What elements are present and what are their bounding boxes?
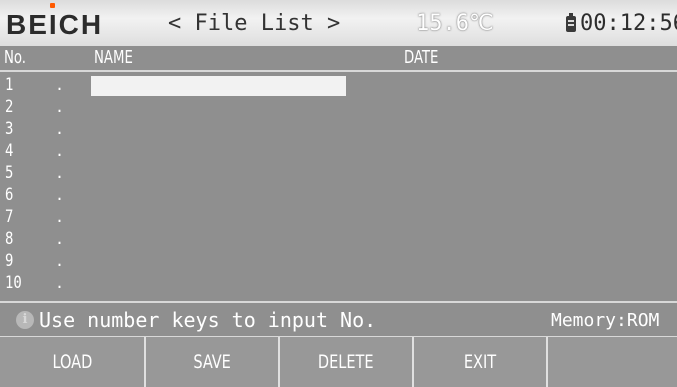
temperature-readout: 15.6℃: [416, 11, 494, 36]
file-list: 1 . 2 . 3 . 4 . 5 . 6 . 7 . 8 . 9 . 10 .: [0, 76, 677, 298]
file-row-7[interactable]: 7 .: [0, 208, 677, 227]
load-button-label: LOAD: [52, 351, 92, 373]
column-header-no: No.: [4, 47, 27, 68]
file-row-4[interactable]: 4 .: [0, 142, 677, 161]
selection-highlight: [91, 76, 346, 96]
title-bar: BEICH < File List > 15.6℃ 00:12:56: [0, 0, 677, 46]
file-row-2[interactable]: 2 .: [0, 98, 677, 117]
page-title: < File List >: [168, 11, 341, 36]
exit-button[interactable]: EXIT: [414, 337, 548, 387]
row-separator: .: [55, 164, 65, 182]
status-bar: i Use number keys to input No. Memory:RO…: [0, 301, 677, 338]
brand-accent-dot: [50, 3, 55, 8]
delete-button-label: DELETE: [318, 351, 374, 373]
row-separator: .: [55, 186, 65, 204]
row-number: 5: [5, 163, 14, 183]
row-number: 9: [5, 251, 14, 271]
file-row-5[interactable]: 5 .: [0, 164, 677, 183]
file-row-3[interactable]: 3 .: [0, 120, 677, 139]
row-number: 8: [5, 229, 14, 249]
column-header-date: DATE: [404, 47, 439, 68]
info-icon: i: [16, 311, 34, 329]
file-row-9[interactable]: 9 .: [0, 252, 677, 271]
softkey-bar: LOAD SAVE DELETE EXIT: [0, 337, 677, 387]
file-list-header: No. NAME DATE: [0, 46, 677, 72]
file-row-1[interactable]: 1 .: [0, 75, 677, 96]
status-hint: Use number keys to input No.: [39, 308, 377, 332]
file-row-10[interactable]: 10 .: [0, 274, 677, 293]
row-separator: .: [55, 98, 65, 116]
row-separator: .: [55, 120, 65, 138]
file-row-6[interactable]: 6 .: [0, 186, 677, 205]
file-row-8[interactable]: 8 .: [0, 230, 677, 249]
exit-button-label: EXIT: [463, 351, 497, 373]
row-separator: .: [55, 208, 65, 226]
row-number: 6: [5, 185, 14, 205]
row-separator: .: [55, 142, 65, 160]
row-number: 1: [5, 75, 14, 95]
delete-button[interactable]: DELETE: [280, 337, 414, 387]
row-number: 10: [5, 273, 22, 293]
memory-indicator: Memory:ROM: [551, 310, 660, 331]
battery-icon: [566, 13, 576, 32]
row-number: 4: [5, 141, 14, 161]
clock-readout: 00:12:56: [580, 11, 677, 36]
save-button[interactable]: SAVE: [146, 337, 280, 387]
load-button[interactable]: LOAD: [0, 337, 146, 387]
row-number: 2: [5, 97, 14, 117]
row-separator: .: [55, 252, 65, 270]
column-header-name: NAME: [94, 47, 133, 68]
row-separator: .: [55, 230, 65, 248]
brand-logo: BEICH: [6, 9, 104, 40]
blank-softkey[interactable]: [548, 337, 677, 387]
save-button-label: SAVE: [193, 351, 231, 373]
row-number: 3: [5, 119, 14, 139]
row-number: 7: [5, 207, 14, 227]
row-separator: .: [55, 274, 65, 292]
row-separator: .: [55, 76, 65, 94]
